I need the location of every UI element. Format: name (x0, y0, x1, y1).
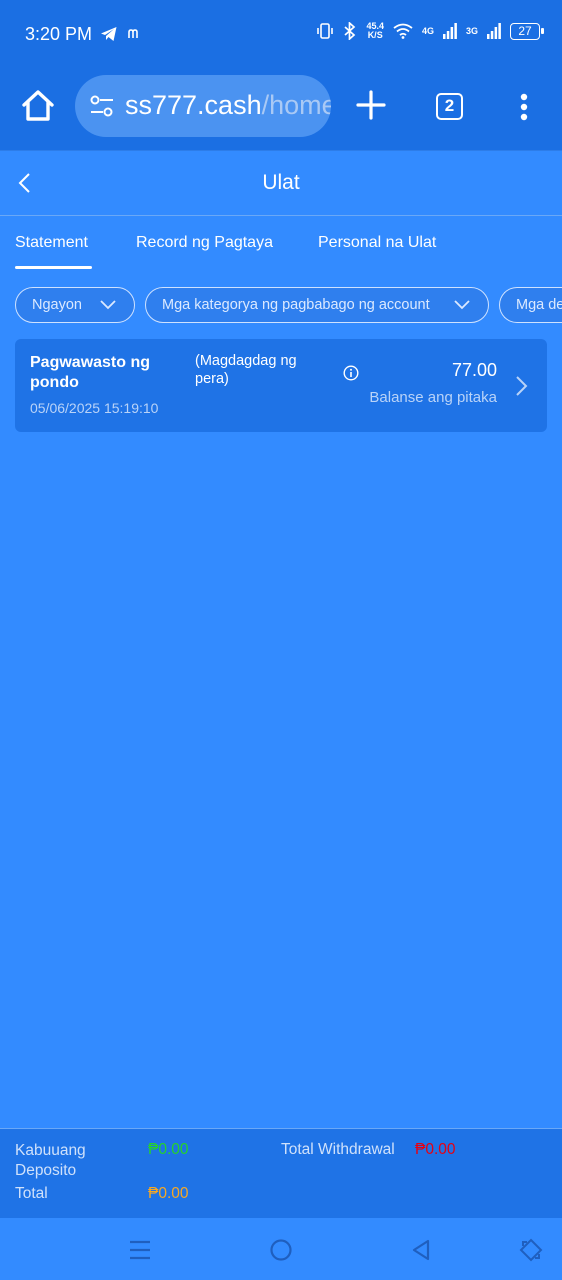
url-text: ss777.cash/home (125, 90, 331, 121)
network-1-label: 4G (421, 26, 434, 36)
transaction-date: 05/06/2025 15:19:10 (30, 400, 159, 416)
filter-date-dropdown[interactable]: Ngayon (15, 287, 135, 323)
url-host: ss777.cash (125, 90, 262, 120)
status-left-icons (100, 26, 140, 42)
status-bar: 3:20 PM 45.4 K/S 4G 3G 27 (0, 0, 562, 70)
signal-icon (487, 23, 501, 39)
filter-date-label: Ngayon (32, 297, 82, 313)
telegram-icon (101, 27, 117, 41)
page-title: Ulat (262, 171, 300, 194)
tab-switcher-button[interactable]: 2 (436, 93, 463, 120)
tab-personal-report[interactable]: Personal na Ulat (318, 234, 436, 252)
filter-category-label: Mga kategorya ng pagbabago ng account (162, 297, 430, 313)
rotate-icon[interactable] (519, 1238, 543, 1262)
browser-toolbar: ss777.cash/home 2 (0, 70, 562, 150)
total-withdrawal-value: ₱0.00 (415, 1141, 456, 1158)
more-vert-icon[interactable] (516, 92, 532, 124)
transaction-type: Pagwawasto ng pondo (30, 354, 151, 391)
url-path: /home (261, 90, 331, 120)
new-tab-icon[interactable] (356, 90, 386, 120)
wifi-icon (393, 23, 413, 39)
back-triangle-icon[interactable] (409, 1238, 433, 1262)
page-header: Ulat (0, 150, 562, 216)
status-time: 3:20 PM (25, 24, 93, 44)
filter-details-label: Mga de (516, 297, 562, 313)
transaction-amount: 77.00 (451, 360, 497, 380)
transaction-note: (Magdagdag ng pera) (195, 353, 297, 387)
chevron-right-icon[interactable] (515, 375, 529, 397)
transaction-card[interactable]: Pagwawasto ng pondo 05/06/2025 15:19:10 … (15, 339, 547, 432)
filter-details-dropdown[interactable]: Mga de (499, 287, 562, 323)
total-deposit-label: Kabuuang Deposito (15, 1142, 86, 1179)
total-label: Total (15, 1185, 48, 1202)
chevron-down-icon (100, 300, 116, 310)
site-settings-icon[interactable] (89, 94, 115, 118)
home-icon[interactable] (20, 88, 56, 124)
total-withdrawal-label: Total Withdrawal (281, 1141, 395, 1158)
network-speed: 45.4 K/S (366, 22, 384, 40)
tab-bar: Statement Record ng Pagtaya Personal na … (0, 216, 562, 270)
info-icon[interactable] (343, 365, 359, 381)
bluetooth-icon (344, 22, 356, 40)
status-right-icons: 45.4 K/S 4G 3G 27 (316, 22, 544, 40)
totals-footer: Kabuuang Deposito ₱0.00 Total Withdrawal… (0, 1128, 562, 1218)
notification-m-icon (128, 29, 138, 38)
tab-bet-record[interactable]: Record ng Pagtaya (136, 234, 273, 252)
total-deposit-value: ₱0.00 (148, 1141, 189, 1158)
screen: 3:20 PM 45.4 K/S 4G 3G 27 ss777.cash/hom… (0, 0, 562, 1280)
total-value: ₱0.00 (148, 1185, 189, 1202)
signal-icon (442, 23, 457, 39)
battery-icon: 27 (510, 22, 544, 40)
home-circle-icon[interactable] (269, 1238, 293, 1262)
address-bar[interactable]: ss777.cash/home (75, 75, 331, 137)
balance-label: Balanse ang pitaka (369, 389, 497, 406)
filter-category-dropdown[interactable]: Mga kategorya ng pagbabago ng account (145, 287, 489, 323)
active-tab-indicator (15, 266, 92, 269)
tab-statement[interactable]: Statement (15, 234, 88, 252)
chevron-down-icon (454, 300, 470, 310)
recents-icon[interactable] (128, 1238, 152, 1262)
vibrate-icon (317, 23, 334, 39)
network-2-label: 3G (465, 26, 478, 36)
system-nav-bar (0, 1218, 562, 1280)
speed-unit: K/S (367, 30, 383, 40)
